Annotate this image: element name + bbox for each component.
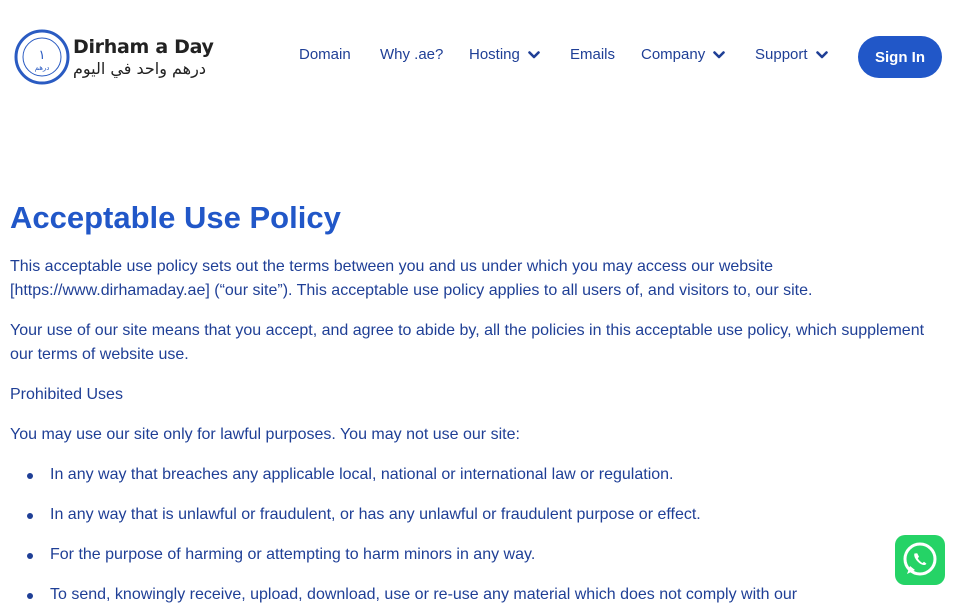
list-item: For the purpose of harming or attempting… (26, 543, 535, 567)
nav-domain[interactable]: Domain (299, 46, 351, 63)
list-item: In any way that is unlawful or fraudulen… (27, 503, 701, 527)
logo-title: Dirham a Day (73, 36, 214, 58)
nav-emails[interactable]: Emails (570, 46, 615, 63)
nav-why-ae[interactable]: Why .ae? (380, 46, 443, 63)
nav-label: Company (641, 46, 706, 63)
whatsapp-icon[interactable] (895, 535, 945, 585)
page-title: Acceptable Use Policy (10, 200, 341, 235)
acceptance-paragraph: Your use of our site means that you acce… (10, 322, 925, 363)
lawful-use-paragraph: You may use our site only for lawful pur… (10, 426, 520, 443)
nav-company[interactable]: Company (641, 46, 726, 63)
nav-hosting[interactable]: Hosting (469, 46, 540, 63)
site-header: ١ درهم Dirham a Day درهم واحد في اليوم D… (0, 0, 960, 115)
list-item: To send, knowingly receive, upload, down… (26, 583, 797, 607)
sign-in-button[interactable]: Sign In (858, 36, 942, 78)
intro-paragraph: This acceptable use policy sets out the … (10, 258, 813, 299)
nav-label: Hosting (469, 46, 520, 63)
chevron-down-icon (815, 50, 828, 58)
nav-label: Support (755, 46, 808, 63)
chevron-down-icon (713, 50, 726, 58)
chevron-down-icon (528, 50, 540, 58)
section-heading: Prohibited Uses (10, 386, 123, 403)
list-item: In any way that breaches any applicable … (27, 463, 674, 487)
nav-support[interactable]: Support (755, 46, 828, 63)
nav-label: Why .ae? (380, 46, 444, 63)
seal-numeral: ١ (39, 48, 46, 63)
seal-text: درهم (35, 64, 50, 72)
site-logo[interactable]: ١ درهم Dirham a Day درهم واحد في اليوم (14, 29, 214, 86)
seal-icon: ١ درهم (14, 29, 70, 85)
nav-label: Emails (570, 46, 616, 63)
logo-subtitle: درهم واحد في اليوم (73, 59, 206, 78)
nav-label: Domain (299, 46, 351, 63)
